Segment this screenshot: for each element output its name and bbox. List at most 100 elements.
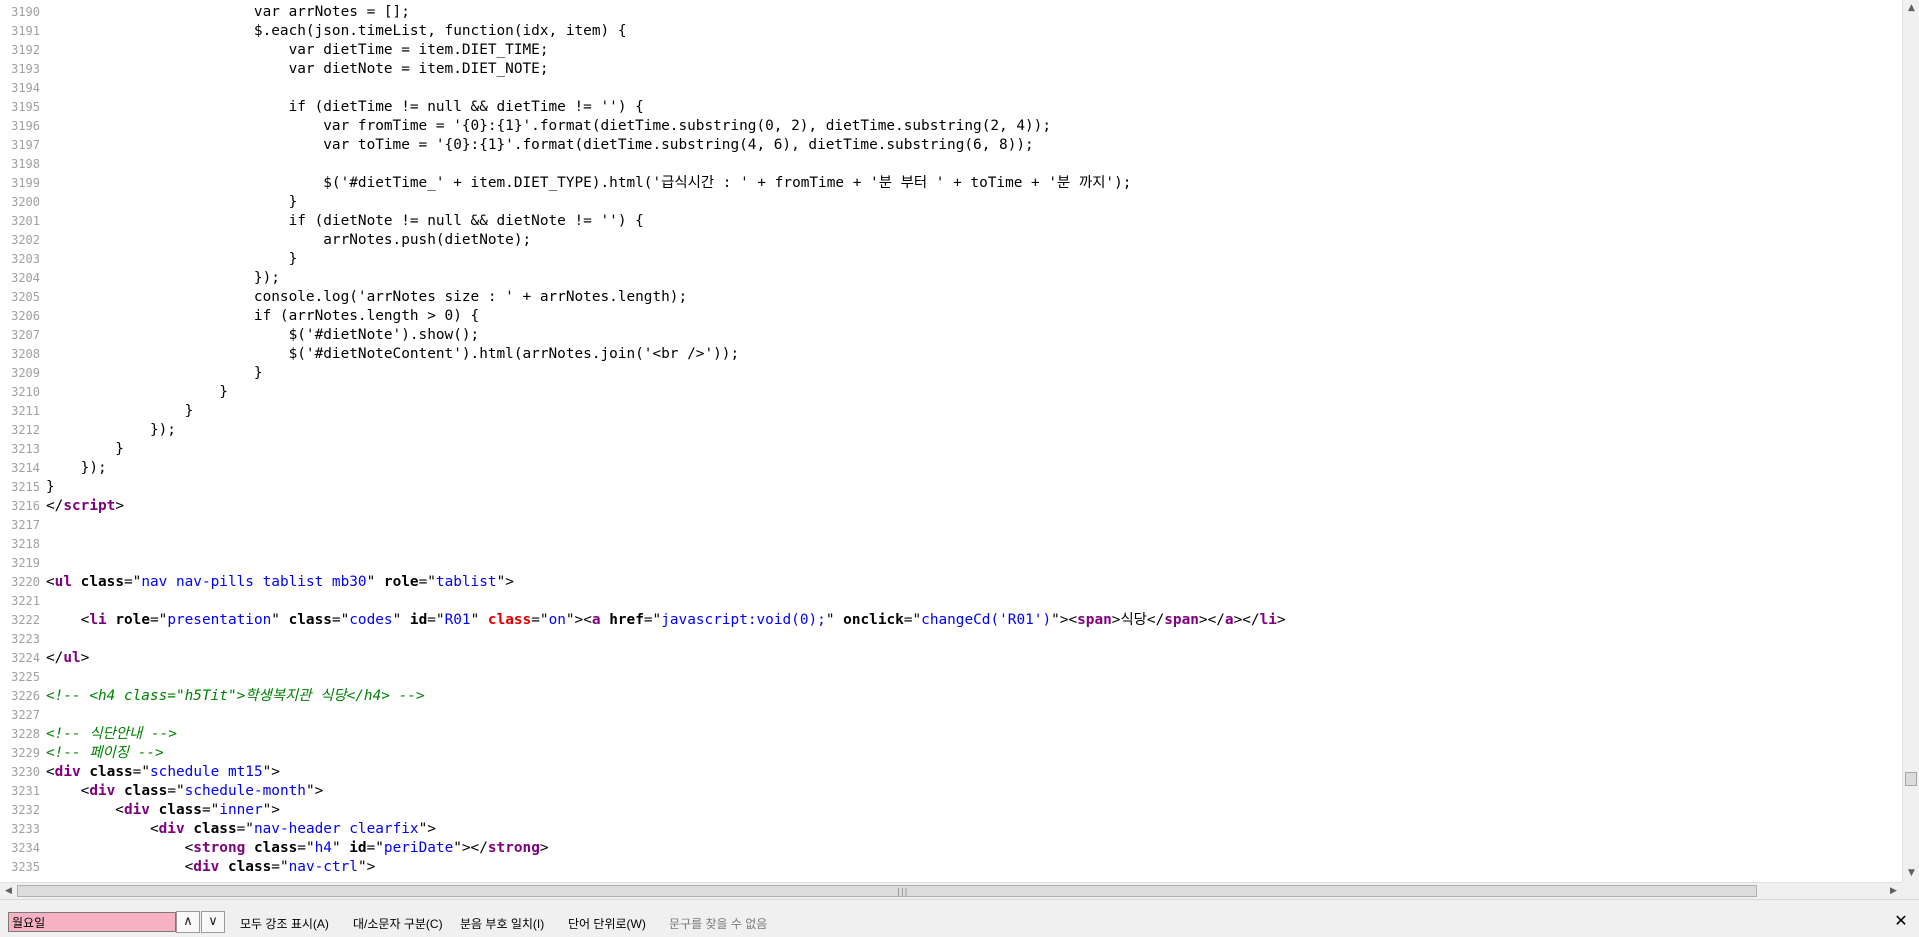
code-token: =" xyxy=(366,840,384,856)
line-code: <ul class="nav nav-pills tablist mb30" r… xyxy=(46,573,514,592)
line-code: <strong class="h4" id="periDate"></stron… xyxy=(46,839,549,858)
line-number: 3206 xyxy=(11,309,40,323)
code-token: $('#dietTime_' + item.DIET_TYPE).html('급… xyxy=(46,175,1132,191)
code-token: } xyxy=(46,441,124,457)
code-token: div xyxy=(193,859,220,875)
code-token: class xyxy=(89,764,133,780)
line-number: 3209 xyxy=(11,366,40,380)
code-token: h4 xyxy=(314,840,332,856)
match-case-option[interactable]: 대/소문자 구분(C) xyxy=(353,915,443,932)
vertical-scroll-thumb[interactable] xyxy=(1905,772,1917,786)
code-token: <!-- 페이징 --> xyxy=(46,745,164,761)
code-token: " xyxy=(470,612,488,628)
code-token: console.log('arrNotes size : ' + arrNote… xyxy=(46,289,688,305)
line-number: 3213 xyxy=(11,442,40,456)
code-token: inner xyxy=(219,802,263,818)
code-token: "> xyxy=(496,574,514,590)
code-token: ">< xyxy=(1051,612,1078,628)
find-input[interactable] xyxy=(8,912,176,932)
scrollbar-corner xyxy=(1902,882,1919,899)
code-token: li xyxy=(89,612,107,628)
line-code: var toTime = '{0}:{1}'.format(dietTime.s… xyxy=(46,136,1034,155)
code-token: if (arrNotes.length > 0) { xyxy=(46,308,480,324)
line-number: 3191 xyxy=(11,24,40,38)
line-code: arrNotes.push(dietNote); xyxy=(46,231,531,250)
line-code: <!-- 식단안내 --> xyxy=(46,725,177,744)
code-token: tablist xyxy=(435,574,497,590)
scroll-up-icon[interactable]: ▲ xyxy=(1903,0,1919,17)
line-number: 3200 xyxy=(11,195,40,209)
code-token: } xyxy=(46,403,194,419)
vertical-scrollbar[interactable]: ▲ ▼ xyxy=(1902,0,1919,882)
code-token: < xyxy=(46,783,90,799)
line-code: var dietNote = item.DIET_NOTE; xyxy=(46,60,549,79)
line-number: 3234 xyxy=(11,841,40,855)
code-token: class xyxy=(253,840,298,856)
line-code: var arrNotes = []; xyxy=(46,3,410,22)
whole-words-option[interactable]: 단어 단위로(W) xyxy=(568,915,646,932)
scroll-down-icon[interactable]: ▼ xyxy=(1903,865,1919,882)
highlight-all-option[interactable]: 모두 강조 표시(A) xyxy=(240,915,329,932)
code-token: <!-- 식단안내 --> xyxy=(46,726,177,742)
line-number: 3221 xyxy=(11,594,40,608)
code-token: =" xyxy=(201,802,220,818)
code-token: }); xyxy=(46,460,107,476)
code-token: span xyxy=(1164,612,1199,628)
code-token: $('#dietNote').show(); xyxy=(46,327,480,343)
code-token: ">< xyxy=(565,612,592,628)
code-token: div xyxy=(123,802,150,818)
code-token: " xyxy=(366,574,384,590)
line-number: 3228 xyxy=(11,727,40,741)
line-number: 3226 xyxy=(11,689,40,703)
code-token: =" xyxy=(331,612,350,628)
line-number: 3192 xyxy=(11,43,40,57)
code-token: " xyxy=(392,612,410,628)
code-token: nav-ctrl xyxy=(288,859,358,875)
code-token: class xyxy=(193,821,237,837)
find-next-button[interactable]: ∨ xyxy=(201,911,225,933)
line-code: console.log('arrNotes size : ' + arrNote… xyxy=(46,288,687,307)
code-token: $('#dietNoteContent').html(arrNotes.join… xyxy=(46,346,740,362)
line-code: } xyxy=(46,383,228,402)
close-find-bar-icon[interactable]: ✕ xyxy=(1892,911,1910,931)
code-token: "> xyxy=(357,859,376,875)
code-token: li xyxy=(1259,612,1277,628)
line-number: 3202 xyxy=(11,233,40,247)
line-number: 3233 xyxy=(11,822,40,836)
code-token: > xyxy=(80,650,90,666)
source-viewer[interactable]: 3190 var arrNotes = []; 3191 $.each(json.… xyxy=(0,0,1902,882)
scroll-left-icon[interactable]: ◀ xyxy=(0,883,17,900)
scroll-right-icon[interactable]: ▶ xyxy=(1885,883,1902,900)
line-number: 3214 xyxy=(11,461,40,475)
code-token: id xyxy=(349,840,367,856)
match-diacritics-option[interactable]: 분음 부호 일치(I) xyxy=(460,915,544,932)
line-number: 3225 xyxy=(11,670,40,684)
code-token: var toTime = '{0}:{1}'.format(dietTime.s… xyxy=(46,137,1034,153)
code-token: div xyxy=(89,783,116,799)
horizontal-scroll-thumb[interactable]: ||| xyxy=(17,885,1757,897)
code-token: " xyxy=(271,612,289,628)
line-number: 3235 xyxy=(11,860,40,874)
code-token: class xyxy=(487,612,532,628)
line-code: }); xyxy=(46,421,176,440)
code-token: </ xyxy=(46,650,64,666)
code-token: =" xyxy=(418,574,436,590)
line-number: 3195 xyxy=(11,100,40,114)
code-token: a xyxy=(591,612,601,628)
line-number: 3224 xyxy=(11,651,40,665)
code-token: arrNotes.push(dietNote); xyxy=(46,232,532,248)
line-number: 3197 xyxy=(11,138,40,152)
find-previous-button[interactable]: ∧ xyxy=(176,911,200,933)
code-token: =" xyxy=(167,783,185,799)
code-token: =" xyxy=(903,612,922,628)
code-token: strong xyxy=(487,840,540,856)
code-token: ></ xyxy=(1198,612,1225,628)
code-token: =" xyxy=(427,612,445,628)
line-code: <!-- 페이징 --> xyxy=(46,744,164,763)
line-number: 3212 xyxy=(11,423,40,437)
code-token: if (dietNote != null && dietNote != '') … xyxy=(46,213,644,229)
line-number: 3217 xyxy=(11,518,40,532)
horizontal-scrollbar[interactable]: ◀ ||| ▶ xyxy=(0,882,1902,899)
line-number: 3218 xyxy=(11,537,40,551)
